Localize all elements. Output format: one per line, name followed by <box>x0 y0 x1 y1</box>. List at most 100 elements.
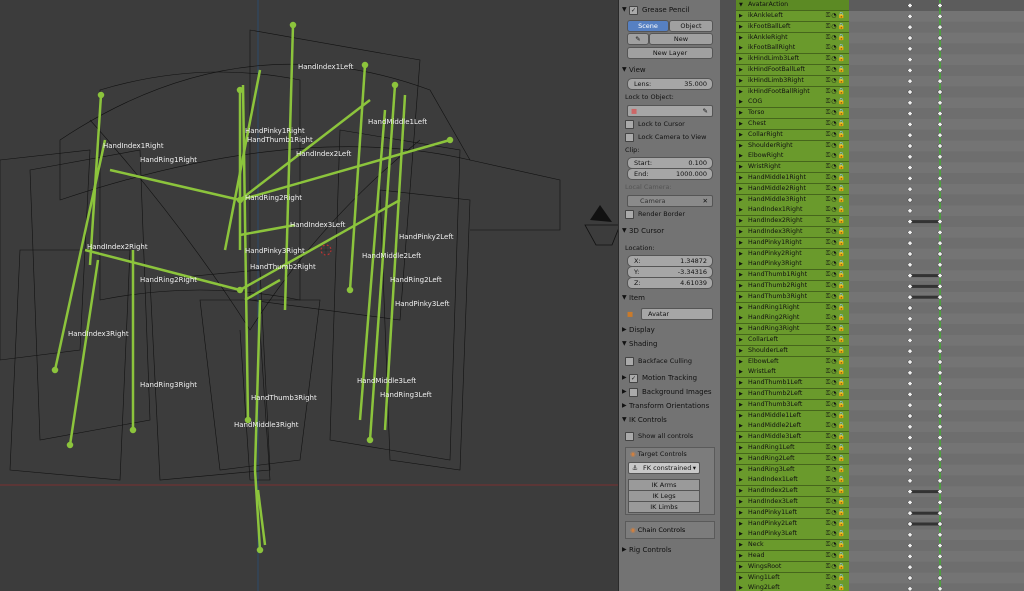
channel-icons[interactable]: ⚿◔🔒 <box>826 119 846 129</box>
channel-icons[interactable]: ⚿◔🔒 <box>826 519 846 529</box>
item-header[interactable]: ▼ Item <box>619 291 721 305</box>
channel-row[interactable]: ▶ HandThumb1Right ⚿◔🔒 <box>736 270 849 282</box>
bone-label[interactable]: HandThumb3Right <box>251 394 317 402</box>
channel-row[interactable]: ▶ ikHindLimb3Right ⚿◔🔒 <box>736 75 849 87</box>
motion-tracking-header[interactable]: ▶ ✓ Motion Tracking <box>619 371 721 385</box>
channel-icons[interactable]: ⚿◔🔒 <box>826 97 846 107</box>
expand-arrow-icon[interactable]: ▶ <box>739 54 743 64</box>
expand-arrow-icon[interactable]: ▶ <box>739 421 743 431</box>
expand-arrow-icon[interactable]: ▶ <box>739 238 743 248</box>
channel-row[interactable]: ▶ HandRing1Left ⚿◔🔒 <box>736 443 849 454</box>
expand-arrow-icon[interactable]: ▶ <box>739 313 743 323</box>
display-header[interactable]: ▶ Display <box>619 323 721 337</box>
expand-arrow-icon[interactable]: ▶ <box>739 11 743 21</box>
channel-row[interactable]: ▶ Torso ⚿◔🔒 <box>736 108 849 120</box>
bone-label[interactable]: HandIndex3Right <box>68 330 129 338</box>
bone-label[interactable]: HandThumb1Right <box>247 136 313 144</box>
expand-arrow-icon[interactable]: ▶ <box>739 130 743 140</box>
channel-icons[interactable]: ⚿◔🔒 <box>826 173 846 183</box>
expand-arrow-icon[interactable]: ▶ <box>739 184 743 194</box>
bone-label[interactable]: HandIndex1Left <box>298 63 353 71</box>
channel-row[interactable]: ▶ Head ⚿◔🔒 <box>736 551 849 562</box>
expand-arrow-icon[interactable]: ▶ <box>739 195 743 205</box>
lock-object-field[interactable]: ■ ✎ <box>627 105 713 117</box>
bone-label[interactable]: HandRing2Right <box>245 194 302 202</box>
channel-icons[interactable]: ⚿◔🔒 <box>826 529 846 539</box>
expand-arrow-icon[interactable]: ▶ <box>739 292 743 302</box>
expand-arrow-icon[interactable]: ▶ <box>739 367 743 377</box>
channel-row[interactable]: ▶ HandMiddle2Right ⚿◔🔒 <box>736 183 849 195</box>
bone-label[interactable]: HandMiddle1Left <box>368 118 427 126</box>
bone-label[interactable]: HandMiddle3Right <box>234 421 298 429</box>
channel-row[interactable]: ▶ HandMiddle1Left ⚿◔🔒 <box>736 410 849 422</box>
channel-icons[interactable]: ⚿◔🔒 <box>826 292 846 302</box>
lock-to-cursor-checkbox[interactable]: Lock to Cursor <box>619 118 721 131</box>
fk-constrained-dropdown[interactable]: ⚓ FK constrained ▾ <box>628 462 700 474</box>
expand-arrow-icon[interactable]: ▶ <box>739 324 743 334</box>
channel-row[interactable]: ▶ CollarRight ⚿◔🔒 <box>736 129 849 141</box>
3d-cursor-header[interactable]: ▼ 3D Cursor <box>619 224 721 238</box>
expand-arrow-icon[interactable]: ▶ <box>739 281 743 291</box>
grease-pencil-checkbox[interactable]: ✓ <box>629 5 638 15</box>
background-images-header[interactable]: ▶ Background Images <box>619 385 721 399</box>
bone-label[interactable]: HandThumb2Right <box>250 263 316 271</box>
new-layer-button[interactable]: New Layer <box>627 47 713 59</box>
expand-arrow-icon[interactable]: ▶ <box>739 216 743 226</box>
channel-icons[interactable]: ⚿◔🔒 <box>826 378 846 388</box>
expand-arrow-icon[interactable]: ▶ <box>739 562 743 572</box>
bone-label[interactable]: HandMiddle3Left <box>357 377 416 385</box>
channel-row[interactable]: ▶ ikFootBallLeft ⚿◔🔒 <box>736 21 849 33</box>
expand-arrow-icon[interactable]: ▶ <box>739 508 743 518</box>
expand-arrow-icon[interactable]: ▶ <box>739 583 743 591</box>
expand-arrow-icon[interactable]: ▶ <box>739 141 743 151</box>
channel-row[interactable]: ▶ HandRing2Right ⚿◔🔒 <box>736 313 849 325</box>
panel-divider[interactable] <box>720 0 736 591</box>
view-header[interactable]: ▼ View <box>619 63 721 77</box>
channel-row[interactable]: ▶ ikAnkleLeft ⚿◔🔒 <box>736 11 849 22</box>
channel-icons[interactable]: ⚿◔🔒 <box>826 583 846 591</box>
grease-pencil-header[interactable]: ▼ ✓ Grease Pencil <box>619 3 721 17</box>
expand-arrow-icon[interactable]: ▶ <box>739 411 743 421</box>
channel-row[interactable]: ▶ HandIndex1Left ⚿◔🔒 <box>736 475 849 487</box>
channel-row[interactable]: ▶ ElbowLeft ⚿◔🔒 <box>736 356 849 368</box>
rig-controls-header[interactable]: ▶ Rig Controls <box>619 543 721 557</box>
expand-arrow-icon[interactable]: ▶ <box>739 529 743 539</box>
expand-arrow-icon[interactable]: ▶ <box>739 346 743 356</box>
expand-arrow-icon[interactable]: ▶ <box>739 443 743 453</box>
expand-arrow-icon[interactable]: ▶ <box>739 551 743 561</box>
bone-label[interactable]: HandPinky3Left <box>395 300 449 308</box>
channel-row[interactable]: ▶ ShoulderLeft ⚿◔🔒 <box>736 345 849 357</box>
bone-label[interactable]: HandRing1Right <box>140 156 197 164</box>
bone-label[interactable]: HandIndex2Right <box>87 243 148 251</box>
channel-row[interactable]: ▶ HandMiddle2Left ⚿◔🔒 <box>736 421 849 433</box>
expand-arrow-icon[interactable]: ▶ <box>739 97 743 107</box>
channel-icons[interactable]: ⚿◔🔒 <box>826 76 846 86</box>
channel-row[interactable]: ▶ HandPinky3Right ⚿◔🔒 <box>736 259 849 271</box>
channel-row[interactable]: ▶ HandMiddle1Right ⚿◔🔒 <box>736 173 849 184</box>
expand-arrow-icon[interactable]: ▶ <box>739 162 743 172</box>
channel-icons[interactable]: ⚿◔🔒 <box>826 540 846 550</box>
chain-controls-button[interactable]: ◉ Chain Controls <box>625 521 715 539</box>
channel-row[interactable]: ▶ HandRing2Left ⚿◔🔒 <box>736 453 849 465</box>
tab-object[interactable]: Object <box>669 20 713 32</box>
expand-arrow-icon[interactable]: ▶ <box>739 259 743 269</box>
channel-icons[interactable]: ⚿◔🔒 <box>826 508 846 518</box>
bone-label[interactable]: HandMiddle2Left <box>362 252 421 260</box>
channel-icons[interactable]: ⚿◔🔒 <box>826 335 846 345</box>
channel-icons[interactable]: ⚿◔🔒 <box>826 270 846 280</box>
channel-row[interactable]: ▶ CollarLeft ⚿◔🔒 <box>736 335 849 346</box>
keyframe-area[interactable] <box>849 0 1024 591</box>
channel-icons[interactable]: ⚿◔🔒 <box>826 443 846 453</box>
channel-icons[interactable]: ⚿◔🔒 <box>826 389 846 399</box>
item-name-field[interactable]: Avatar <box>641 308 713 320</box>
channel-icons[interactable]: ⚿◔🔒 <box>826 141 846 151</box>
channel-icons[interactable]: ⚿◔🔒 <box>826 346 846 356</box>
expand-arrow-icon[interactable]: ▶ <box>739 573 743 583</box>
expand-arrow-icon[interactable]: ▶ <box>739 227 743 237</box>
expand-arrow-icon[interactable]: ▶ <box>739 335 743 345</box>
channel-icons[interactable]: ⚿◔🔒 <box>826 486 846 496</box>
channel-row[interactable]: ▶ ikHindFootBallLeft ⚿◔🔒 <box>736 65 849 76</box>
expand-arrow-icon[interactable]: ▶ <box>739 400 743 410</box>
channel-row[interactable]: ▶ HandMiddle3Right ⚿◔🔒 <box>736 194 849 206</box>
transform-orientations-header[interactable]: ▶ Transform Orientations <box>619 399 721 413</box>
